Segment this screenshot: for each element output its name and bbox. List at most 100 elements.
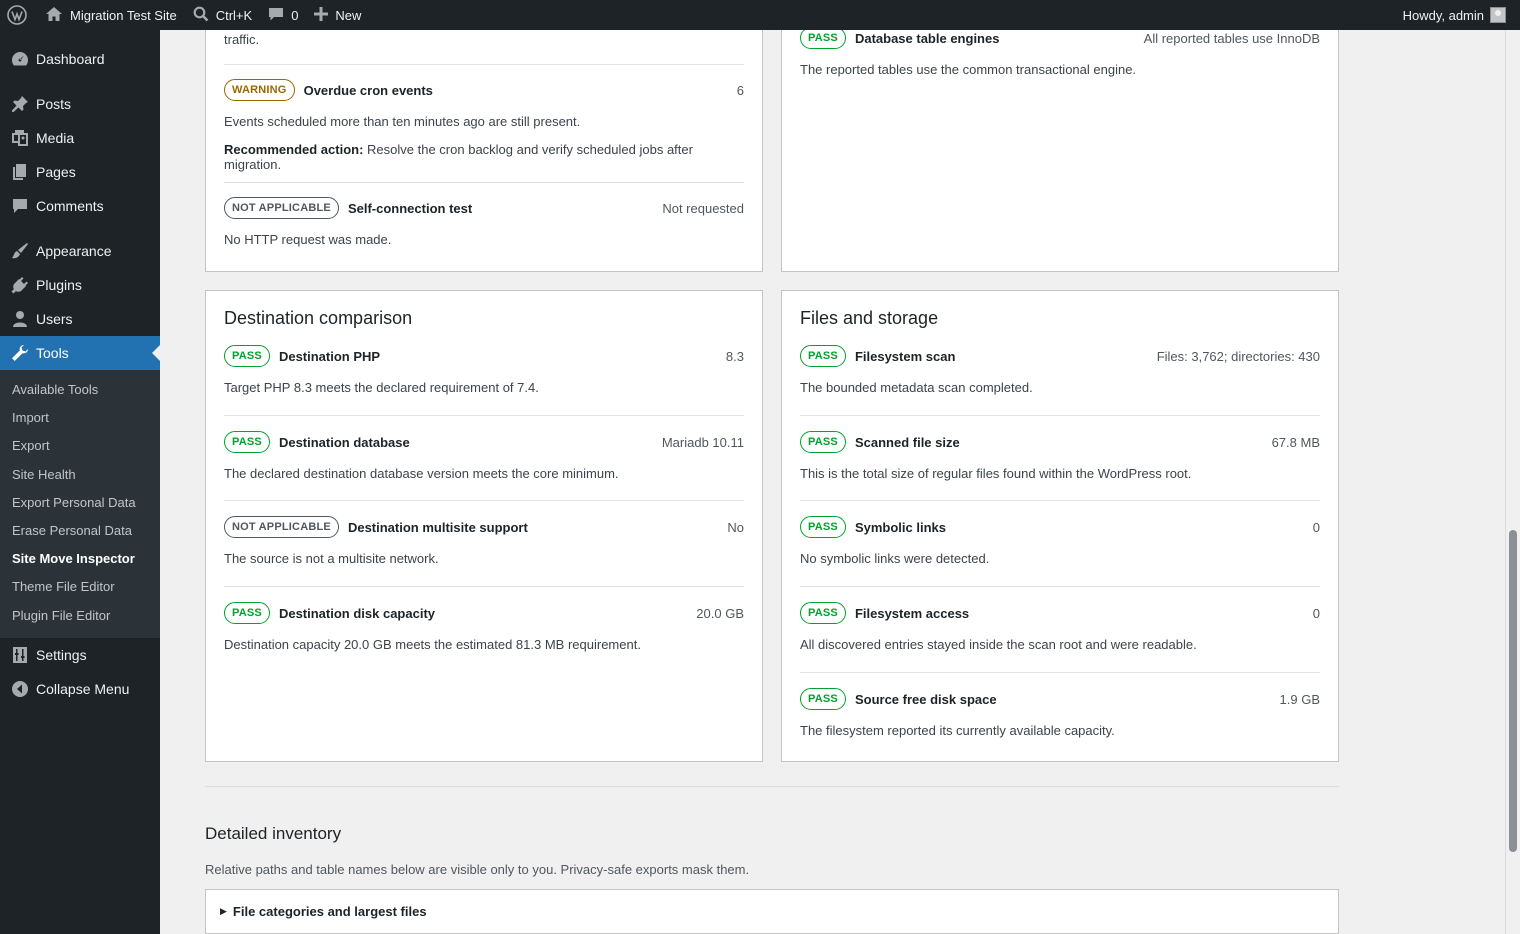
check-symbolic-links: PASS Symbolic links 0 No symbolic links … — [800, 515, 1320, 566]
action-label: Recommended action: — [224, 142, 364, 157]
check-destination-php: PASS Destination PHP 8.3 Target PHP 8.3 … — [224, 344, 744, 395]
check-description: The filesystem reported its currently av… — [800, 723, 1115, 738]
search-icon — [193, 6, 209, 25]
status-badge: PASS — [224, 345, 270, 367]
check-description: Target PHP 8.3 meets the declared requir… — [224, 380, 539, 395]
greeting: Howdy, admin — [1402, 7, 1484, 23]
card-title: Destination comparison — [224, 308, 413, 328]
row-divider — [800, 672, 1320, 673]
check-value: Not requested — [662, 200, 744, 216]
status-badge: PASS — [800, 345, 846, 367]
scrollbar-thumb[interactable] — [1509, 530, 1517, 852]
row-divider — [800, 586, 1320, 587]
status-badge: WARNING — [224, 79, 295, 101]
check-title: Filesystem scan — [854, 348, 956, 364]
sidebar-item-label: Posts — [36, 96, 72, 112]
check-description: The source is not a multisite network. — [224, 551, 439, 566]
wrench-icon — [10, 343, 30, 363]
sidebar-item-pages[interactable]: Pages — [0, 155, 160, 189]
check-title: Destination database — [278, 434, 410, 450]
submenu-item-site-move-inspector[interactable]: Site Move Inspector — [0, 546, 160, 574]
check-title: Symbolic links — [854, 519, 946, 535]
check-title: Filesystem access — [854, 605, 970, 621]
page-scrollbar[interactable] — [1505, 30, 1520, 934]
search-shortcut: Ctrl+K — [215, 7, 253, 23]
wordpress-logo-icon[interactable] — [0, 0, 37, 30]
check-description: No symbolic links were detected. — [800, 551, 990, 566]
check-value: Mariadb 10.11 — [661, 434, 744, 450]
check-title: Destination disk capacity — [278, 605, 436, 621]
pages-icon — [10, 162, 30, 182]
status-badge: PASS — [800, 688, 846, 710]
sidebar-item-plugins[interactable]: Plugins — [0, 268, 160, 302]
sidebar-item-dashboard[interactable]: Dashboard — [0, 42, 160, 76]
sidebar-item-label: Appearance — [36, 243, 112, 259]
comment-bubble-icon — [268, 6, 284, 25]
check-description: All discovered entries stayed inside the… — [800, 637, 1197, 652]
sidebar-item-media[interactable]: Media — [0, 121, 160, 155]
submenu-item-site-health[interactable]: Site Health — [0, 462, 160, 490]
check-value: 67.8 MB — [1271, 434, 1320, 450]
my-account-menu[interactable]: Howdy, admin — [1395, 0, 1520, 30]
database-checks-card: PASS Database table engines All reported… — [781, 20, 1339, 272]
sidebar-item-appearance[interactable]: Appearance — [0, 234, 160, 268]
sidebar-item-posts[interactable]: Posts — [0, 87, 160, 121]
inventory-description: Relative paths and table names below are… — [205, 862, 750, 877]
sidebar-item-label: Media — [36, 130, 75, 146]
submenu-item-theme-file-editor[interactable]: Theme File Editor — [0, 574, 160, 602]
comments-count: 0 — [291, 7, 299, 23]
comments-icon — [10, 196, 30, 216]
check-description: The declared destination database versio… — [224, 466, 619, 481]
check-database-engines: PASS Database table engines All reported… — [800, 26, 1320, 77]
media-icon — [10, 128, 30, 148]
sidebar-item-users[interactable]: Users — [0, 302, 160, 336]
sidebar-item-tools[interactable]: Tools — [0, 336, 160, 370]
check-filesystem-scan: PASS Filesystem scan Files: 3,762; direc… — [800, 344, 1320, 395]
submenu-item-import[interactable]: Import — [0, 405, 160, 433]
check-description: Events scheduled more than ten minutes a… — [224, 114, 581, 129]
check-destination-multisite: NOT APPLICABLE Destination multisite sup… — [224, 515, 744, 566]
recommended-action: Recommended action: Resolve the cron bac… — [224, 142, 744, 172]
sidebar-item-comments[interactable]: Comments — [0, 189, 160, 223]
row-divider — [224, 500, 744, 501]
row-divider — [800, 415, 1320, 416]
files-storage-card: Files and storage PASS Filesystem scan F… — [781, 290, 1339, 762]
status-badge: PASS — [800, 516, 846, 538]
avatar — [1490, 7, 1506, 23]
check-destination-disk: PASS Destination disk capacity 20.0 GB D… — [224, 601, 744, 652]
users-icon — [10, 309, 30, 329]
submenu-item-export[interactable]: Export — [0, 433, 160, 461]
check-description: No HTTP request was made. — [224, 232, 392, 247]
check-value: All reported tables use InnoDB — [1143, 30, 1320, 46]
command-palette-button[interactable]: Ctrl+K — [185, 0, 260, 30]
check-filesystem-access: PASS Filesystem access 0 All discovered … — [800, 601, 1320, 652]
submenu-item-available-tools[interactable]: Available Tools — [0, 377, 160, 405]
check-description: traffic. — [224, 32, 260, 47]
collapse-menu-button[interactable]: Collapse Menu — [0, 672, 160, 706]
check-scanned-file-size: PASS Scanned file size 67.8 MB This is t… — [800, 430, 1320, 481]
submenu-item-plugin-file-editor[interactable]: Plugin File Editor — [0, 603, 160, 631]
home-icon — [45, 6, 63, 25]
sidebar-item-label: Users — [36, 311, 73, 327]
site-name-link[interactable]: Migration Test Site — [37, 0, 185, 30]
submenu-item-export-personal-data[interactable]: Export Personal Data — [0, 490, 160, 518]
check-title: Self-connection test — [347, 200, 473, 216]
sidebar-item-label: Dashboard — [36, 51, 105, 67]
inventory-title: Detailed inventory — [205, 824, 342, 843]
check-value: 1.9 GB — [1279, 691, 1320, 707]
row-divider — [224, 586, 744, 587]
sidebar-item-label: Settings — [36, 646, 87, 663]
destination-comparison-card: Destination comparison PASS Destination … — [205, 290, 763, 762]
status-badge: PASS — [224, 431, 270, 453]
section-divider — [205, 786, 1339, 787]
status-badge: PASS — [224, 602, 270, 624]
sidebar-item-settings[interactable]: Settings — [0, 638, 160, 672]
row-divider — [800, 500, 1320, 501]
submenu-item-erase-personal-data[interactable]: Erase Personal Data — [0, 518, 160, 546]
file-categories-details-toggle[interactable]: ▶ File categories and largest files — [205, 889, 1339, 934]
status-badge: NOT APPLICABLE — [224, 516, 339, 538]
new-content-button[interactable]: New — [306, 0, 369, 30]
runtime-checks-card: traffic. WARNING Overdue cron events 6 E… — [205, 20, 763, 272]
comments-link[interactable]: 0 — [260, 0, 306, 30]
status-badge: PASS — [800, 27, 846, 49]
